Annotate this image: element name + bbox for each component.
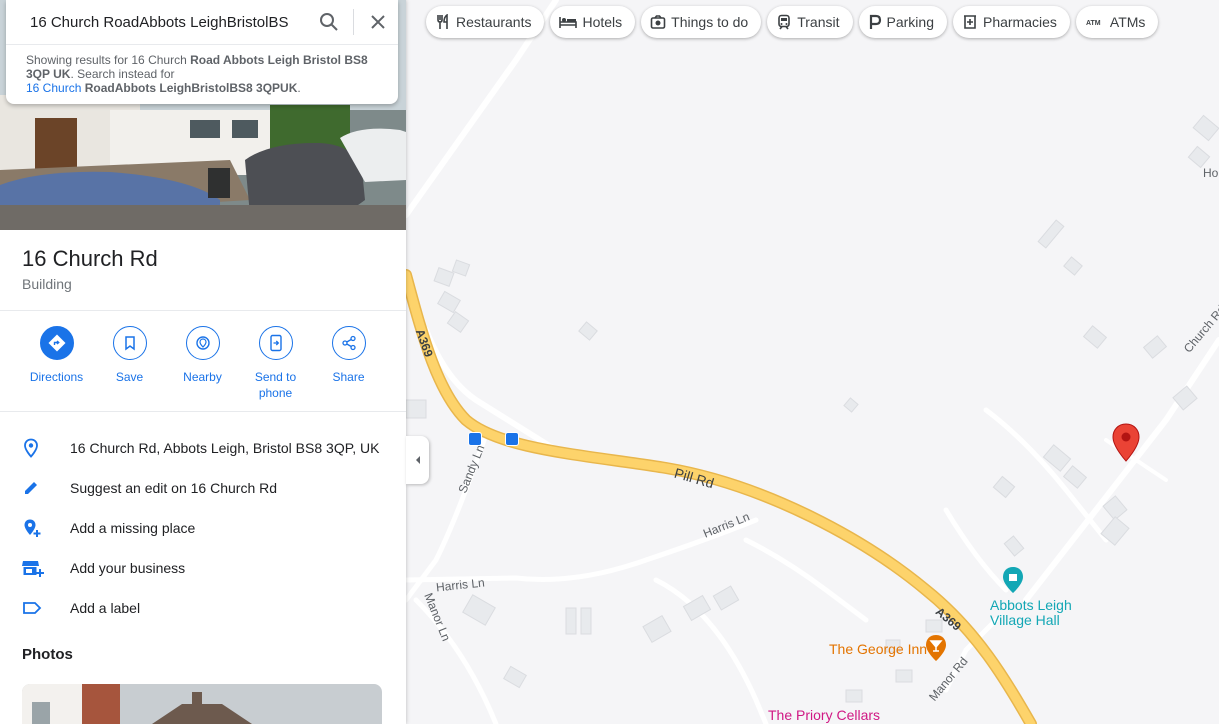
search-instead-link[interactable]: 16 Church RoadAbbots LeighBristolBS8 3QP… <box>26 81 297 95</box>
add-business-text: Add your business <box>70 560 186 576</box>
share-label: Share <box>332 370 365 384</box>
suggest-edit-row[interactable]: Suggest an edit on 16 Church Rd <box>0 468 406 508</box>
divider <box>0 411 406 412</box>
save-label: Save <box>115 370 144 384</box>
village-hall-icon[interactable] <box>1002 566 1024 594</box>
add-business-row[interactable]: Add your business <box>0 548 406 588</box>
photo-thumbnail[interactable] <box>22 684 382 724</box>
chip-label: Parking <box>886 14 934 30</box>
suggest-mid: . Search instead for <box>70 67 175 81</box>
add-business-icon <box>22 561 44 577</box>
location-pin-icon <box>24 438 38 458</box>
action-buttons: Directions Save Nearby Send to phone Sha… <box>20 326 385 401</box>
svg-text:ATM: ATM <box>1086 20 1101 27</box>
save-button[interactable]: Save <box>93 326 166 401</box>
bus-stop-icon[interactable] <box>468 432 482 446</box>
pencil-icon <box>25 482 37 494</box>
chip-label: ATMs <box>1109 14 1146 30</box>
chip-atms[interactable]: ATM ATMs <box>1075 6 1159 38</box>
chip-restaurants[interactable]: Restaurants <box>426 6 545 38</box>
map-roads <box>406 0 1219 724</box>
restaurant-icon <box>437 14 448 29</box>
address-row[interactable]: 16 Church Rd, Abbots Leigh, Bristol BS8 … <box>0 428 406 468</box>
send-to-phone-button[interactable]: Send to phone <box>239 326 312 401</box>
nearby-label: Nearby <box>183 370 222 384</box>
chip-pharmacies[interactable]: Pharmacies <box>952 6 1070 38</box>
bus-stop-icon[interactable] <box>505 432 519 446</box>
photos-heading: Photos <box>22 646 73 663</box>
close-icon <box>371 15 385 29</box>
info-list: 16 Church Rd, Abbots Leigh, Bristol BS8 … <box>0 428 406 628</box>
atm-icon: ATM <box>1086 20 1101 27</box>
send-to-phone-icon <box>269 334 282 352</box>
search-input[interactable] <box>6 1 309 43</box>
close-search-button[interactable] <box>358 2 398 42</box>
suggest-end: . <box>297 81 301 95</box>
add-label-text: Add a label <box>70 600 141 616</box>
transit-icon <box>778 14 791 30</box>
chevron-left-icon <box>415 456 420 464</box>
directions-icon <box>48 334 65 352</box>
bookmark-icon <box>124 336 135 351</box>
chip-label: Transit <box>797 14 840 30</box>
divider <box>0 310 406 311</box>
search-box: Showing results for 16 Church Road Abbot… <box>6 0 398 104</box>
nearby-button[interactable]: Nearby <box>166 326 239 401</box>
search-icon <box>320 13 338 31</box>
hotel-icon <box>559 17 578 28</box>
chip-transit[interactable]: Transit <box>767 6 853 38</box>
directions-label: Directions <box>29 370 84 384</box>
chip-label: Pharmacies <box>982 14 1057 30</box>
address-text: 16 Church Rd, Abbots Leigh, Bristol BS8 … <box>70 440 380 456</box>
chip-things-to-do[interactable]: Things to do <box>641 6 762 38</box>
map-canvas[interactable]: A369 Pill Rd A369 Sandy Ln Harris Ln Har… <box>406 0 1219 724</box>
location-marker-icon[interactable] <box>1112 423 1140 463</box>
chip-hotels[interactable]: Hotels <box>550 6 636 38</box>
pharmacy-icon <box>963 15 976 29</box>
place-header: 16 Church Rd Building <box>22 246 158 292</box>
suggest-prefix: Showing results for 16 Church <box>26 53 191 67</box>
add-place-icon <box>24 519 41 537</box>
chip-label: Hotels <box>582 14 623 30</box>
suggest-edit-text: Suggest an edit on 16 Church Rd <box>70 480 278 496</box>
share-icon <box>341 335 356 351</box>
priory-cellars-label[interactable]: The Priory Cellars <box>768 707 880 723</box>
place-category[interactable]: Building <box>22 276 158 292</box>
search-button[interactable] <box>309 2 349 42</box>
share-button[interactable]: Share <box>312 326 385 401</box>
add-missing-place-text: Add a missing place <box>70 520 196 536</box>
parking-icon <box>869 14 881 29</box>
george-inn-label[interactable]: The George Inn <box>829 641 927 657</box>
photo-thumbnail-image <box>22 684 382 724</box>
nearby-icon <box>195 336 210 350</box>
chip-label: Restaurants <box>456 14 532 30</box>
search-divider <box>353 9 354 35</box>
village-hall-label[interactable]: Abbots Leigh Village Hall <box>990 598 1090 628</box>
ho-label: Ho <box>1203 166 1219 180</box>
send-to-phone-label: Send to phone <box>254 370 297 400</box>
chip-label: Things to do <box>671 14 749 30</box>
add-missing-place-row[interactable]: Add a missing place <box>0 508 406 548</box>
bar-icon[interactable] <box>925 634 947 662</box>
place-title: 16 Church Rd <box>22 246 158 271</box>
collapse-panel-button[interactable] <box>406 436 429 484</box>
label-icon <box>23 602 42 614</box>
add-label-row[interactable]: Add a label <box>0 588 406 628</box>
category-chips: Restaurants Hotels Things to do Transit … <box>426 6 1159 38</box>
place-panel: Showing results for 16 Church Road Abbot… <box>0 0 406 724</box>
camera-icon <box>650 15 666 29</box>
search-suggestion: Showing results for 16 Church Road Abbot… <box>6 45 398 95</box>
directions-button[interactable]: Directions <box>20 326 93 401</box>
chip-parking[interactable]: Parking <box>858 6 947 38</box>
